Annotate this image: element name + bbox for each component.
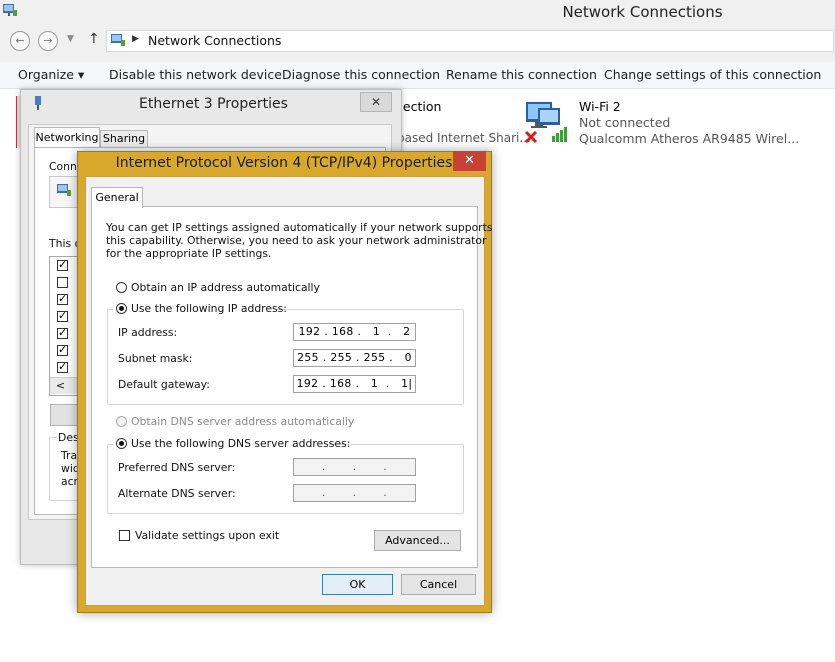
component-checkbox-4[interactable]: ✓ [57, 309, 68, 322]
description-text-1: You can get IP settings assigned automat… [106, 221, 493, 234]
tab-general[interactable]: General [91, 187, 143, 208]
ethernet-close-button[interactable]: ✕ [360, 92, 392, 112]
validate-label[interactable]: Validate settings upon exit [135, 529, 279, 542]
connection-sharing-partial: based Internet Shari... [397, 131, 531, 145]
obtain-dns-auto-radio[interactable] [116, 416, 127, 427]
subnet-mask-input[interactable]: 255 . 255 . 255 . 0 [293, 349, 416, 367]
component-checkbox-7[interactable]: ✓ [57, 360, 68, 373]
up-arrow-icon[interactable]: ↑ [88, 31, 100, 47]
wifi-adapter-name: Qualcomm Atheros AR9485 Wirel... [579, 131, 800, 146]
ip-address-label: IP address: [118, 326, 178, 339]
preferred-dns-label: Preferred DNS server: [118, 461, 236, 474]
ipv4-close-button[interactable]: ✕ [453, 151, 486, 171]
obtain-ip-auto-label[interactable]: Obtain an IP address automatically [131, 281, 320, 294]
items-label: This c [49, 237, 81, 250]
advanced-button[interactable]: Advanced... [374, 530, 461, 551]
cancel-button[interactable]: Cancel [401, 574, 476, 595]
component-checkbox-5[interactable]: ✓ [57, 326, 68, 339]
default-gateway-input[interactable]: 192 . 168 . 1 . 1| [293, 375, 416, 393]
breadcrumb-network-connections[interactable]: Network Connections [148, 33, 281, 48]
ethernet-adapter-icon [35, 96, 41, 110]
description-line-3: acr [61, 475, 78, 488]
use-dns-label[interactable]: Use the following DNS server addresses: [131, 437, 350, 450]
wifi-status: Not connected [579, 115, 671, 130]
preferred-dns-input[interactable]: . . . [293, 458, 416, 476]
alternate-dns-label: Alternate DNS server: [118, 487, 236, 500]
forward-button[interactable]: → [38, 31, 58, 51]
obtain-ip-auto-radio[interactable] [116, 282, 127, 293]
validate-checkbox[interactable] [119, 530, 130, 541]
description-line-1: Tra [61, 449, 78, 462]
ipv4-properties-title: Internet Protocol Version 4 (TCP/IPv4) P… [115, 155, 453, 171]
rename-command[interactable]: Rename this connection [446, 67, 597, 82]
scroll-left-arrow-icon[interactable]: < [56, 379, 65, 392]
obtain-dns-auto-label[interactable]: Obtain DNS server address automatically [131, 415, 354, 428]
network-folder-icon [111, 34, 125, 46]
use-dns-radio[interactable] [116, 438, 127, 449]
component-checkbox-1[interactable]: ✓ [57, 258, 68, 271]
disable-device-command[interactable]: Disable this network device [109, 67, 282, 82]
tab-networking[interactable]: Networking [34, 127, 100, 148]
use-ip-label[interactable]: Use the following IP address: [131, 302, 287, 315]
description-text-3: for the appropriate IP settings. [106, 247, 272, 260]
organize-menu[interactable]: Organize ▾ [18, 67, 84, 82]
default-gateway-label: Default gateway: [118, 378, 210, 391]
wifi-adapter-icon[interactable] [522, 98, 574, 148]
adapter-icon [57, 184, 71, 196]
install-button[interactable] [50, 404, 79, 426]
diagnose-command[interactable]: Diagnose this connection [282, 67, 440, 82]
ok-button[interactable]: OK [322, 574, 393, 595]
component-checkbox-2[interactable] [57, 277, 68, 288]
component-checkbox-6[interactable]: ✓ [57, 343, 68, 356]
ethernet-properties-title: Ethernet 3 Properties [139, 96, 288, 112]
alternate-dns-input[interactable]: . . . [293, 484, 416, 502]
window-title: Network Connections [562, 3, 723, 21]
wifi-name[interactable]: Wi-Fi 2 [579, 99, 621, 114]
use-ip-radio[interactable] [116, 303, 127, 314]
change-settings-command[interactable]: Change settings of this connection [604, 67, 821, 82]
recent-locations-chevron-icon[interactable]: ▼ [67, 34, 74, 44]
description-label: Des [58, 431, 79, 444]
component-checkbox-3[interactable]: ✓ [57, 292, 68, 305]
breadcrumb-separator-icon[interactable]: ▶ [132, 34, 139, 44]
ip-address-input[interactable]: 192 . 168 . 1 . 2 [293, 323, 416, 341]
dns-group [107, 444, 464, 514]
description-text-2: this capability. Otherwise, you need to … [106, 234, 487, 247]
subnet-mask-label: Subnet mask: [118, 352, 193, 365]
back-button[interactable]: ← [10, 31, 30, 51]
